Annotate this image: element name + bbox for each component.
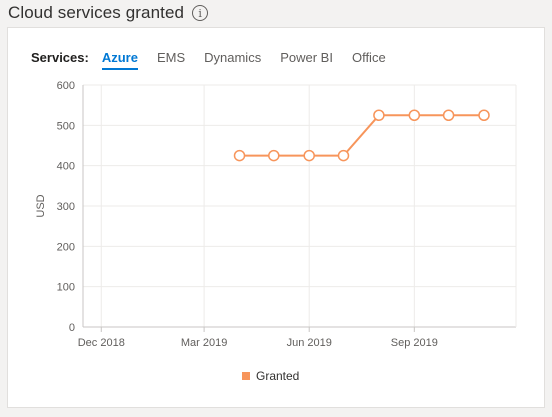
y-tick-label: 300 [57,201,75,213]
data-point [233,149,246,162]
legend-label-granted: Granted [256,369,300,383]
y-tick-label: 400 [57,161,75,173]
line-chart: 0 100 200 300 400 500 600 Dec 2018 Mar 2019 Jun 2… [35,80,517,349]
x-tick-label: Jun 2019 [287,337,332,349]
chart-card: Services: Azure EMS Dynamics Power BI Of… [7,27,545,408]
legend-swatch-granted [242,372,250,380]
page-header: Cloud services granted i [8,0,209,26]
info-icon[interactable]: i [192,5,209,21]
page-title: Cloud services granted [8,3,185,22]
series-line-granted [239,114,484,157]
x-tick-label: Mar 2019 [181,337,227,349]
x-tick-label: Dec 2018 [78,337,125,349]
data-point [268,149,280,162]
data-point [478,109,490,121]
data-point [408,109,421,121]
data-point [303,149,315,162]
y-tick-label: 500 [57,120,75,132]
y-tick-label: 200 [57,241,75,253]
y-tick-label: 600 [57,80,75,92]
y-tick-label: 100 [57,282,75,294]
data-point [373,109,385,121]
data-point [442,109,455,121]
legend[interactable]: Granted [242,369,299,383]
data-point [337,149,350,162]
y-tick-label: 0 [69,322,75,334]
x-tick-label: Sep 2019 [391,337,438,349]
y-axis-label: USD [35,194,47,217]
